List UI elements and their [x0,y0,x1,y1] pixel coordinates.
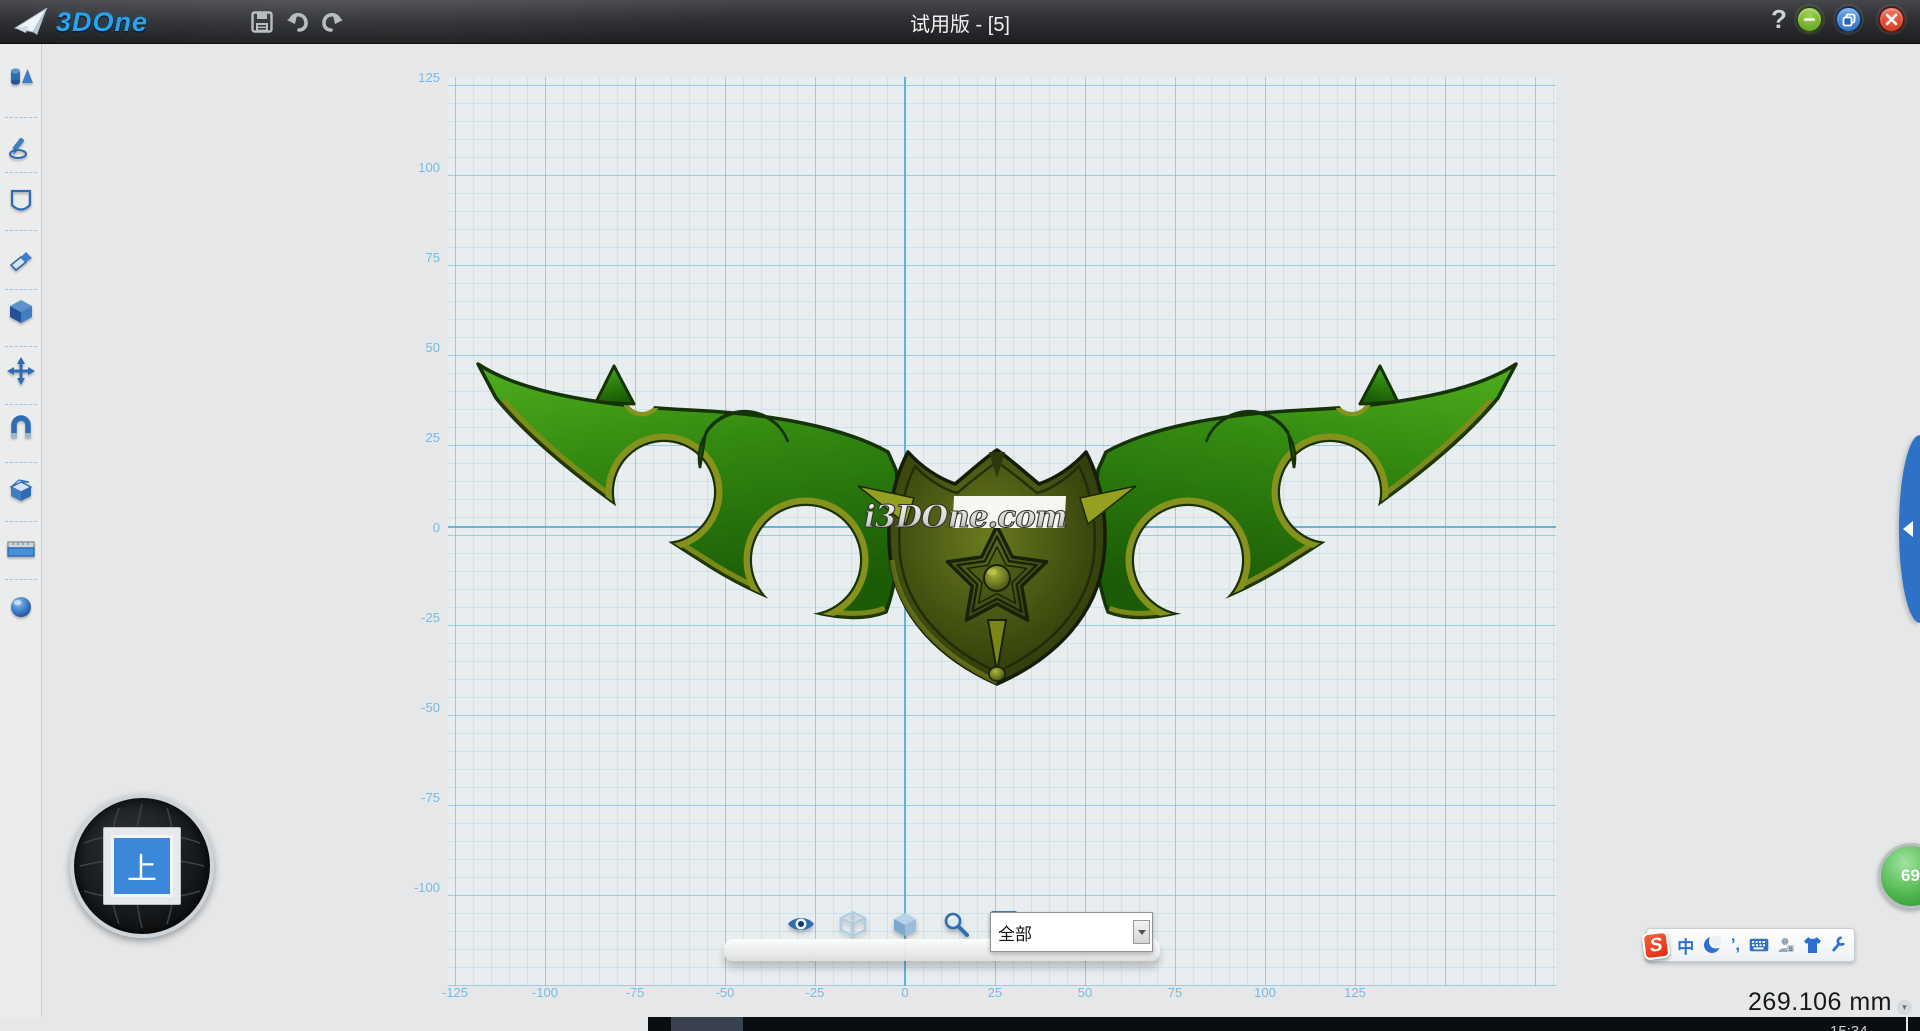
axis-x-label: -125 [433,985,477,1000]
chevron-down-icon [1138,930,1146,935]
chevron-left-icon [1903,521,1913,537]
basic-solids-icon[interactable] [4,58,38,92]
score-value: 69 [1901,866,1920,886]
filter-dropdown-button[interactable] [1133,920,1150,944]
window-title: 试用版 - [5] [660,0,1260,44]
axis-y-label: 100 [398,160,440,175]
app-logo: 3DOne [14,5,148,39]
axis-x-label: 100 [1243,985,1287,1000]
selection-filter-input[interactable] [991,913,1133,951]
undo-button[interactable] [283,7,313,37]
axis-x-label: -100 [523,985,567,1000]
feature-cube-icon[interactable] [4,294,38,328]
restore-button[interactable] [1835,6,1862,33]
sogou-logo-icon[interactable]: S [1641,930,1670,960]
measure-icon[interactable] [4,532,38,566]
taskbar-clock: 15:34 [1830,1023,1868,1031]
os-taskbar[interactable]: 15:34 [648,1017,1920,1031]
visibility-eye-icon[interactable] [786,909,816,939]
redo-button[interactable] [317,7,347,37]
sketch-icon[interactable] [4,130,38,164]
zoom-magnifier-icon[interactable] [941,909,971,939]
measurement-spinner[interactable]: ▾ [1897,1000,1912,1015]
toolbox-wrench-icon[interactable] [1829,933,1848,957]
taskbar-app-segment[interactable] [671,1017,743,1031]
application-window: 3DOne 试用版 - [5] ? [0,0,1920,1031]
view-navigation-ball[interactable]: 上 [70,794,214,938]
selection-filter-combobox [990,912,1153,952]
constraint-magnet-icon[interactable] [4,412,38,446]
axis-y-label: -100 [398,880,440,895]
help-button[interactable]: ? [1762,4,1796,40]
axis-x-label: 75 [1153,985,1197,1000]
chinese-mode-icon[interactable]: 中 [1676,933,1695,957]
moon-icon[interactable] [1702,933,1721,957]
material-render-icon[interactable] [4,590,38,624]
axis-y-label: -50 [398,700,440,715]
shaded-cube-icon[interactable] [890,909,920,939]
move-icon[interactable] [4,354,38,388]
axis-y-label: 125 [398,70,440,85]
axis-x-label: -75 [613,985,657,1000]
axis-x-label: -25 [793,985,837,1000]
axis-y-label: -25 [398,610,440,625]
sketch-grid [448,77,1556,986]
svg-text:S: S [1788,946,1793,953]
account-person-icon[interactable]: S [1776,933,1795,957]
sketch-surface-icon[interactable] [4,184,38,218]
skin-tshirt-icon[interactable] [1802,933,1821,957]
axis-x-label: 125 [1333,985,1377,1000]
brand-text: 3DOne [56,7,148,38]
close-button[interactable] [1878,6,1905,33]
soft-keyboard-icon[interactable] [1749,933,1769,957]
left-toolbar [0,44,42,1017]
x-axis-line [448,526,1556,528]
axis-y-label: 75 [398,250,440,265]
axis-x-label: 25 [973,985,1017,1000]
axis-y-label: 50 [398,340,440,355]
paper-plane-icon [14,6,50,38]
viewport[interactable]: 125 100 75 50 25 0 -25 -50 -75 -100 -125 -100 -75 -5… [43,44,1920,1031]
axis-x-label: 50 [1063,985,1107,1000]
axis-y-label: 25 [398,430,440,445]
save-button[interactable] [247,7,277,37]
y-axis-line [904,77,906,986]
punctuation-icon[interactable]: ’, [1729,933,1742,957]
wireframe-cube-icon[interactable] [838,909,868,939]
axis-x-label: 0 [883,985,927,1000]
axis-x-label: -50 [703,985,747,1000]
taskbar-divider [1906,1017,1908,1031]
ime-toolbar: S 中 ’, S [1646,928,1855,962]
special-feature-icon[interactable] [4,472,38,506]
axis-y-label: 0 [398,520,440,535]
nav-cube-top-face[interactable]: 上 [111,835,173,897]
axis-y-label: -75 [398,790,440,805]
minimize-button[interactable] [1796,6,1823,33]
title-bar: 3DOne 试用版 - [5] ? [0,0,1920,44]
measurement-readout: 269.106 mm [1748,988,1892,1017]
edit-model-icon[interactable] [4,244,38,278]
